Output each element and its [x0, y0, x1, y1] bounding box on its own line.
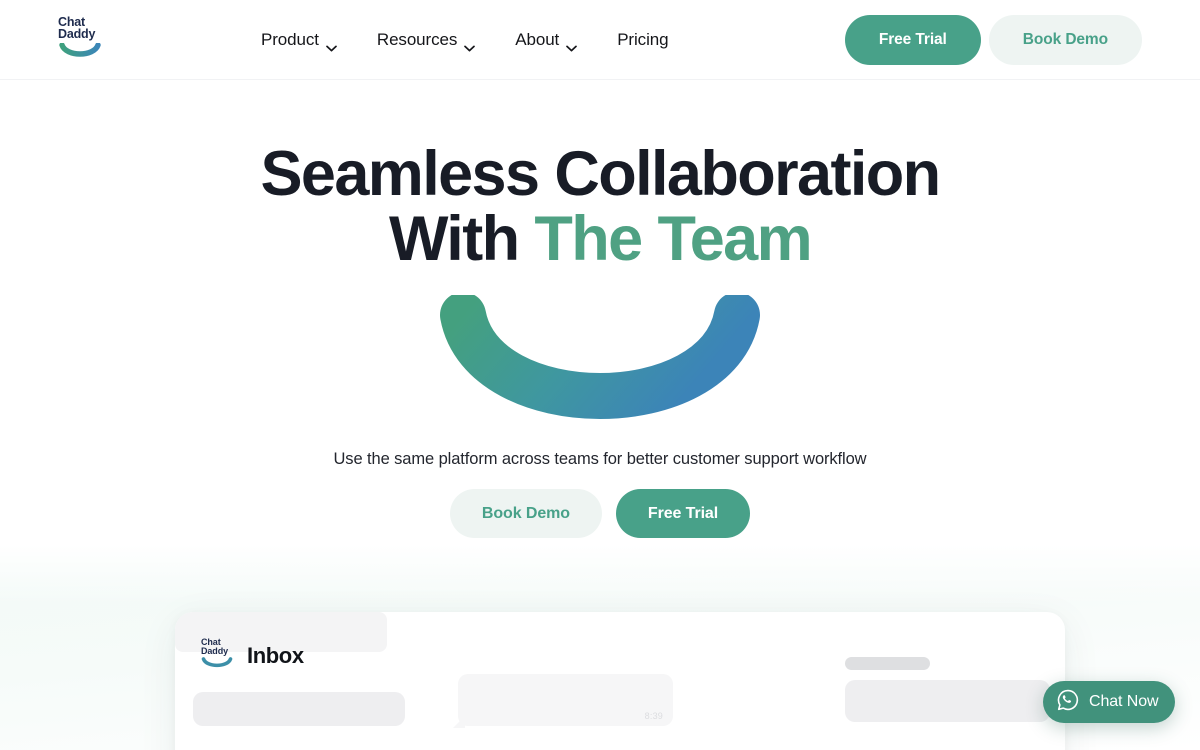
- inbox-title: Inbox: [247, 642, 304, 668]
- chevron-down-icon: [464, 37, 476, 51]
- hero-book-demo-button[interactable]: Book Demo: [449, 489, 602, 538]
- nav-item-label: Pricing: [617, 30, 669, 49]
- hero-free-trial-button[interactable]: Free Trial: [615, 489, 751, 538]
- nav-item-label: Product: [261, 30, 319, 49]
- page-title: Seamless Collaboration With The Team: [0, 142, 1200, 272]
- main-navigation: Product Resources About Pricing: [261, 0, 669, 80]
- chat-now-widget[interactable]: Chat Now: [1043, 681, 1176, 723]
- inbox-brand-logo: Chat Daddy: [201, 638, 233, 673]
- chat-now-label: Chat Now: [1089, 693, 1159, 710]
- chevron-down-icon: [566, 37, 578, 51]
- header-free-trial-button[interactable]: Free Trial: [844, 15, 981, 65]
- inbox-app-card: Chat Daddy Inbox 8:39: [175, 612, 1065, 750]
- inbox-search-placeholder[interactable]: [193, 692, 405, 726]
- header-book-demo-button[interactable]: Book Demo: [988, 15, 1142, 65]
- nav-item-product[interactable]: Product: [261, 0, 337, 80]
- message-timestamp: 8:39: [644, 711, 663, 721]
- whatsapp-icon: [1056, 688, 1080, 717]
- contact-label-placeholder: [845, 657, 930, 670]
- header-actions: Free Trial Book Demo: [844, 15, 1142, 65]
- brand-logo-line2: Daddy: [58, 26, 96, 41]
- nav-item-about[interactable]: About: [515, 0, 578, 80]
- chevron-down-icon: [326, 37, 337, 51]
- inbox-card-header: Chat Daddy Inbox: [201, 638, 304, 673]
- hero-subtitle: Use the same platform across teams for b…: [333, 450, 867, 468]
- nav-item-label: Resources: [376, 30, 458, 49]
- nav-item-pricing[interactable]: Pricing: [617, 0, 668, 80]
- inbox-smile-icon: [201, 655, 233, 673]
- headline-line1: Seamless Collaboration: [260, 139, 941, 209]
- headline-line2-accent: The Team: [534, 204, 812, 274]
- brand-smile-icon: [59, 42, 101, 63]
- nav-item-label: About: [515, 30, 560, 49]
- product-preview-section: Chat Daddy Inbox 8:39: [0, 545, 1200, 750]
- contact-details-placeholder: [845, 680, 1050, 722]
- hero-cta-group: Book Demo Free Trial: [0, 489, 1200, 538]
- nav-item-resources[interactable]: Resources: [376, 0, 476, 80]
- hero-smile-graphic: [0, 295, 1200, 435]
- smile-curve-gradient-icon: [440, 295, 760, 419]
- site-header: Chat Daddy Product Resources About Prici…: [0, 0, 1200, 80]
- hero-section: Seamless Collaboration With The Team Use…: [0, 80, 1200, 545]
- headline-line2-plain: With: [389, 204, 535, 274]
- inbox-logo-line2: Daddy: [201, 645, 229, 656]
- chat-message-bubble: 8:39: [458, 674, 673, 726]
- brand-logo[interactable]: Chat Daddy: [58, 16, 120, 63]
